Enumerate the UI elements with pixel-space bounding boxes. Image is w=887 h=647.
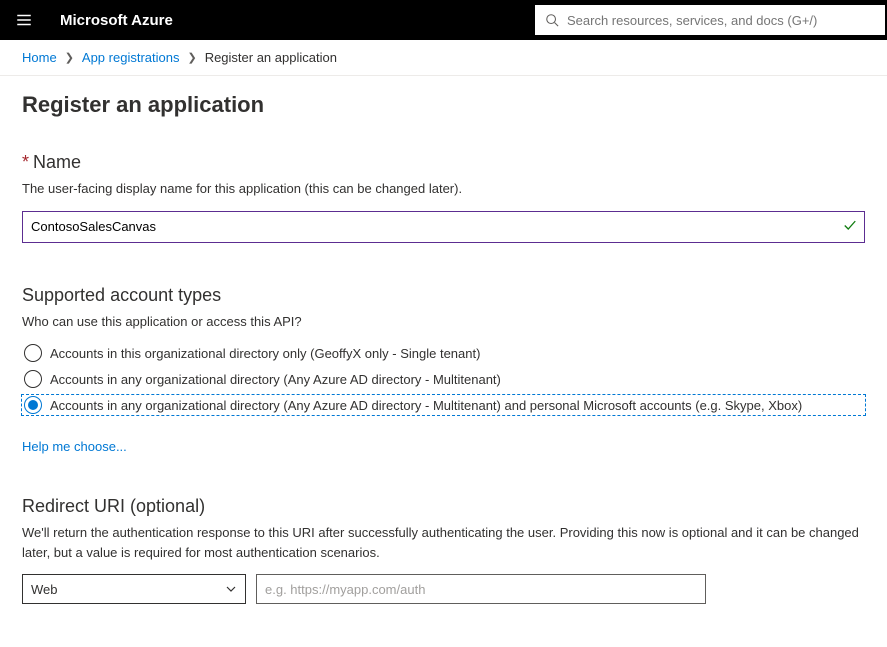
search-input[interactable] <box>567 13 875 28</box>
redirect-uri-input[interactable] <box>256 574 706 604</box>
breadcrumb: Home ❯ App registrations ❯ Register an a… <box>0 40 887 76</box>
radio-label: Accounts in any organizational directory… <box>50 398 802 413</box>
chevron-down-icon <box>225 583 237 595</box>
search-icon <box>545 13 559 27</box>
page-title: Register an application <box>22 92 865 118</box>
redirect-type-select-wrapper: Web <box>22 574 246 604</box>
required-star-icon: * <box>22 152 29 172</box>
name-section: *Name The user-facing display name for t… <box>22 152 865 243</box>
top-bar: Microsoft Azure <box>0 0 887 40</box>
breadcrumb-home[interactable]: Home <box>22 50 57 65</box>
radio-label: Accounts in any organizational directory… <box>50 372 501 387</box>
help-me-choose-link[interactable]: Help me choose... <box>22 439 127 454</box>
breadcrumb-app-registrations[interactable]: App registrations <box>82 50 180 65</box>
hamburger-icon <box>15 11 33 29</box>
radio-label: Accounts in this organizational director… <box>50 346 480 361</box>
checkmark-icon <box>843 218 857 235</box>
radio-icon <box>24 344 42 362</box>
redirect-heading: Redirect URI (optional) <box>22 496 865 517</box>
chevron-right-icon: ❯ <box>65 51 74 64</box>
breadcrumb-current: Register an application <box>205 50 337 65</box>
account-types-description: Who can use this application or access t… <box>22 312 865 332</box>
redirect-uri-section: Redirect URI (optional) We'll return the… <box>22 496 865 604</box>
redirect-description: We'll return the authentication response… <box>22 523 865 562</box>
account-type-radio-single-tenant[interactable]: Accounts in this organizational director… <box>22 343 865 363</box>
account-types-heading: Supported account types <box>22 285 865 306</box>
brand-label: Microsoft Azure <box>48 12 185 29</box>
chevron-right-icon: ❯ <box>187 51 196 64</box>
name-heading-text: Name <box>33 152 81 172</box>
redirect-row: Web <box>22 574 865 604</box>
name-description: The user-facing display name for this ap… <box>22 179 865 199</box>
account-type-radio-multitenant[interactable]: Accounts in any organizational directory… <box>22 369 865 389</box>
name-heading: *Name <box>22 152 865 173</box>
radio-icon <box>24 396 42 414</box>
account-type-radio-multitenant-personal[interactable]: Accounts in any organizational directory… <box>22 395 865 415</box>
hamburger-menu-button[interactable] <box>0 0 48 40</box>
global-search[interactable] <box>535 5 885 35</box>
main-content: Register an application *Name The user-f… <box>0 76 887 644</box>
app-name-input[interactable] <box>22 211 865 243</box>
name-input-wrapper <box>22 211 865 243</box>
redirect-type-select[interactable]: Web <box>22 574 246 604</box>
radio-icon <box>24 370 42 388</box>
redirect-type-value: Web <box>31 582 58 597</box>
account-types-section: Supported account types Who can use this… <box>22 285 865 455</box>
